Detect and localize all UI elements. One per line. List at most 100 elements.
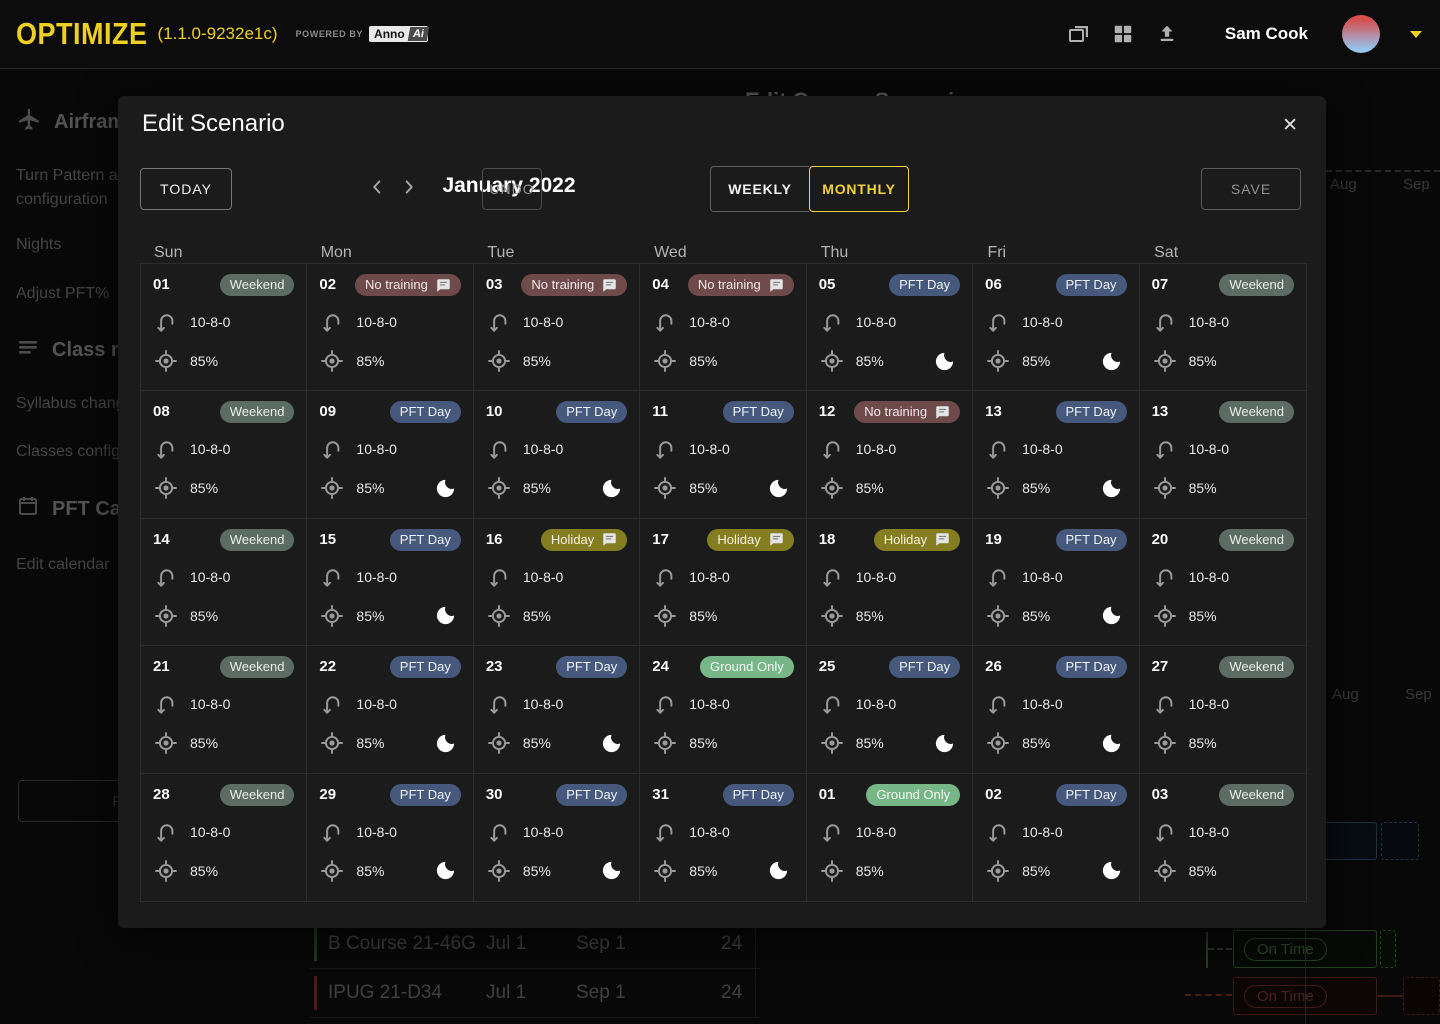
next-month-icon[interactable]	[394, 172, 424, 202]
day-cell[interactable]: 13Weekend10-8-085%	[1140, 391, 1306, 518]
day-type-badge[interactable]: PFT Day	[1056, 656, 1127, 678]
day-cell[interactable]: 07Weekend10-8-085%	[1140, 264, 1306, 391]
target-icon	[985, 348, 1011, 374]
day-cell[interactable]: 19PFT Day10-8-085%	[973, 519, 1139, 646]
day-type-badge[interactable]: PFT Day	[889, 656, 960, 678]
day-type-badge[interactable]: PFT Day	[556, 784, 627, 806]
day-cell[interactable]: 21Weekend10-8-085%	[141, 646, 307, 773]
prev-month-icon[interactable]	[362, 172, 392, 202]
day-cell[interactable]: 02PFT Day10-8-085%	[973, 774, 1139, 901]
day-type-badge[interactable]: Weekend	[220, 784, 295, 806]
close-icon[interactable]: ✕	[1282, 114, 1298, 137]
day-cell[interactable]: 28Weekend10-8-085%	[141, 774, 307, 901]
day-type-badge[interactable]: PFT Day	[889, 274, 960, 296]
day-cell[interactable]: 13PFT Day10-8-085%	[973, 391, 1139, 518]
day-cell[interactable]: 12No training10-8-085%	[807, 391, 973, 518]
day-type-badge[interactable]: PFT Day	[1056, 274, 1127, 296]
day-cell[interactable]: 25PFT Day10-8-085%	[807, 646, 973, 773]
day-cell[interactable]: 02No training10-8-085%	[307, 264, 473, 391]
avatar[interactable]	[1342, 15, 1380, 53]
day-type-badge[interactable]: No training	[521, 274, 627, 296]
day-cell[interactable]: 27Weekend10-8-085%	[1140, 646, 1306, 773]
day-cell[interactable]: 03Weekend10-8-085%	[1140, 774, 1306, 901]
day-cell[interactable]: 31PFT Day10-8-085%	[640, 774, 806, 901]
day-type-badge[interactable]: Weekend	[220, 656, 295, 678]
day-cell[interactable]: 09PFT Day10-8-085%	[307, 391, 473, 518]
day-number: 13	[985, 401, 1002, 420]
day-type-badge[interactable]: Holiday	[541, 529, 627, 551]
day-type-badge[interactable]: PFT Day	[723, 401, 794, 423]
day-type-badge[interactable]: PFT Day	[390, 401, 461, 423]
day-type-badge[interactable]: Holiday	[707, 529, 793, 551]
day-cell[interactable]: 17Holiday10-8-085%	[640, 519, 806, 646]
day-number: 29	[319, 784, 336, 803]
day-type-badge[interactable]: PFT Day	[556, 401, 627, 423]
day-cell[interactable]: 16Holiday10-8-085%	[474, 519, 640, 646]
day-cell[interactable]: 22PFT Day10-8-085%	[307, 646, 473, 773]
day-type-badge[interactable]: Weekend	[220, 274, 295, 296]
weekday-label: Fri	[973, 244, 1140, 262]
day-cell[interactable]: 10PFT Day10-8-085%	[474, 391, 640, 518]
day-type-badge[interactable]: Weekend	[220, 401, 295, 423]
day-cell[interactable]: 15PFT Day10-8-085%	[307, 519, 473, 646]
day-cell[interactable]: 06PFT Day10-8-085%	[973, 264, 1139, 391]
day-cell[interactable]: 05PFT Day10-8-085%	[807, 264, 973, 391]
day-cell[interactable]: 24Ground Only10-8-085%	[640, 646, 806, 773]
grid-icon[interactable]	[1111, 22, 1135, 46]
weekly-tab[interactable]: WEEKLY	[710, 166, 809, 212]
day-cell[interactable]: 30PFT Day10-8-085%	[474, 774, 640, 901]
day-cell[interactable]: 29PFT Day10-8-085%	[307, 774, 473, 901]
day-type-badge[interactable]: Weekend	[1219, 274, 1294, 296]
day-type-badge[interactable]: PFT Day	[1056, 529, 1127, 551]
upload-icon[interactable]	[1155, 22, 1179, 46]
day-cell[interactable]: 23PFT Day10-8-085%	[474, 646, 640, 773]
user-name[interactable]: Sam Cook	[1225, 24, 1308, 44]
day-type-badge[interactable]: PFT Day	[1056, 401, 1127, 423]
day-type-badge[interactable]: PFT Day	[390, 529, 461, 551]
day-type-badge[interactable]: Weekend	[1219, 401, 1294, 423]
night-moon-icon	[600, 732, 623, 755]
turn-pattern-metric: 10-8-0	[153, 819, 294, 845]
day-type-badge[interactable]: PFT Day	[390, 784, 461, 806]
day-cell[interactable]: 01Weekend10-8-085%	[141, 264, 307, 391]
day-type-badge[interactable]: Weekend	[1219, 784, 1294, 806]
day-type-badge[interactable]: No training	[355, 274, 461, 296]
day-cell[interactable]: 18Holiday10-8-085%	[807, 519, 973, 646]
day-type-badge[interactable]: Holiday	[874, 529, 960, 551]
undo-button[interactable]: UNDO	[482, 168, 542, 210]
night-moon-icon	[434, 732, 457, 755]
save-button[interactable]: SAVE	[1201, 168, 1301, 210]
day-cell[interactable]: 14Weekend10-8-085%	[141, 519, 307, 646]
day-type-badge[interactable]: PFT Day	[390, 656, 461, 678]
u-turn-icon	[153, 309, 179, 335]
target-icon	[652, 730, 678, 756]
day-type-badge[interactable]: Ground Only	[866, 784, 960, 806]
day-type-badge[interactable]: PFT Day	[1056, 784, 1127, 806]
day-cell[interactable]: 01Ground Only10-8-085%	[807, 774, 973, 901]
u-turn-icon	[486, 309, 512, 335]
weekday-label: Sat	[1140, 244, 1307, 262]
turn-pattern-metric: 10-8-0	[319, 436, 460, 462]
turn-pattern-metric: 10-8-0	[652, 819, 793, 845]
monthly-tab[interactable]: MONTHLY	[809, 166, 909, 212]
dynamic-feed-icon[interactable]	[1067, 22, 1091, 46]
day-cell[interactable]: 26PFT Day10-8-085%	[973, 646, 1139, 773]
today-button[interactable]: TODAY	[140, 168, 232, 210]
day-type-badge[interactable]: Ground Only	[700, 656, 794, 678]
day-type-badge[interactable]: PFT Day	[723, 784, 794, 806]
day-type-badge[interactable]: Weekend	[1219, 656, 1294, 678]
day-type-badge[interactable]: No training	[854, 401, 960, 423]
day-type-badge[interactable]: No training	[688, 274, 794, 296]
day-cell[interactable]: 03No training10-8-085%	[474, 264, 640, 391]
day-cell[interactable]: 04No training10-8-085%	[640, 264, 806, 391]
day-number: 26	[985, 656, 1002, 675]
day-type-badge[interactable]: PFT Day	[556, 656, 627, 678]
day-cell[interactable]: 11PFT Day10-8-085%	[640, 391, 806, 518]
day-type-badge[interactable]: Weekend	[220, 529, 295, 551]
day-cell[interactable]: 08Weekend10-8-085%	[141, 391, 307, 518]
day-cell[interactable]: 20Weekend10-8-085%	[1140, 519, 1306, 646]
turn-pattern-metric: 10-8-0	[819, 309, 960, 335]
note-chat-icon	[769, 532, 784, 547]
caret-down-icon[interactable]	[1410, 31, 1422, 38]
day-type-badge[interactable]: Weekend	[1219, 529, 1294, 551]
